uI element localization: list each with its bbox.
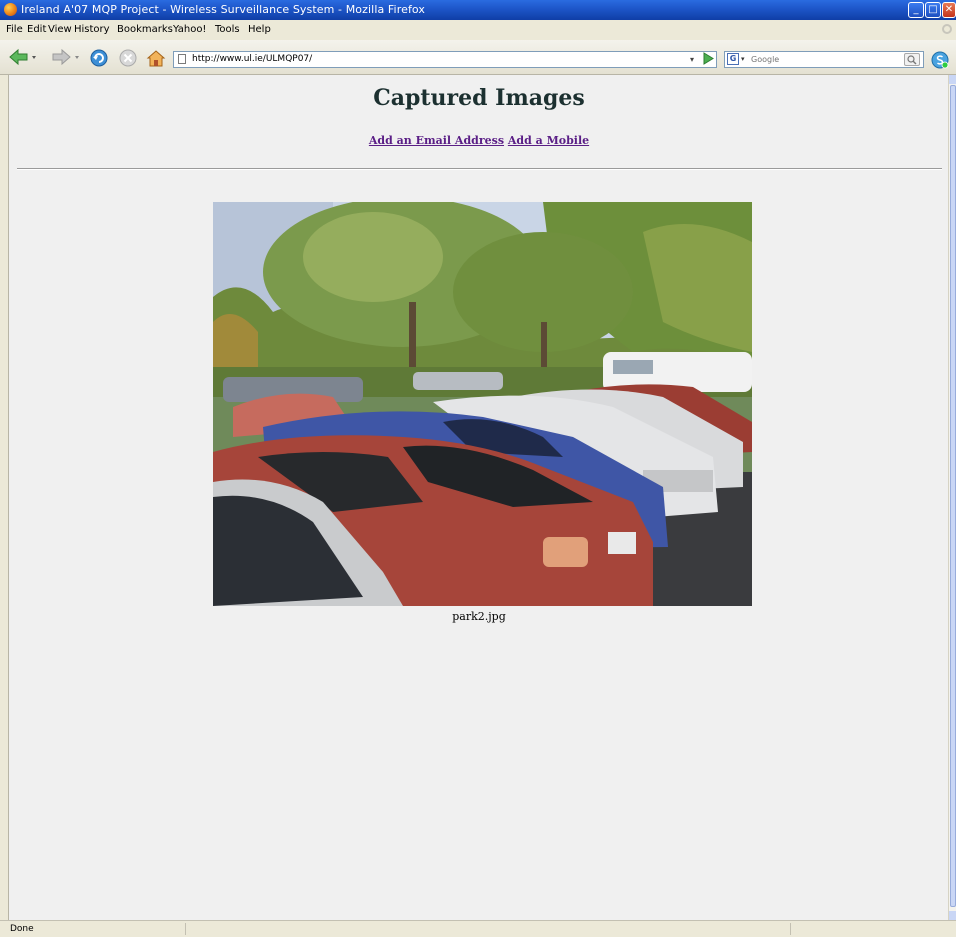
search-engine-icon[interactable]: G: [727, 53, 739, 65]
status-separator: [790, 923, 791, 935]
status-bar: Done: [0, 920, 956, 937]
search-icon[interactable]: [904, 53, 920, 66]
captured-image[interactable]: [213, 202, 752, 606]
reload-icon: [90, 49, 108, 67]
menu-bar: File Edit View History Bookmarks Yahoo! …: [0, 20, 956, 40]
forward-arrow-icon: [52, 48, 79, 66]
title-bar: Ireland A'07 MQP Project - Wireless Surv…: [0, 0, 956, 20]
add-email-link[interactable]: Add an Email Address: [369, 134, 504, 147]
menu-file[interactable]: File: [6, 20, 23, 40]
divider: [17, 168, 942, 170]
status-separator: [185, 923, 186, 935]
image-caption: park2.jpg: [452, 610, 506, 623]
navigation-toolbar: http://www.ul.ie/ULMQP07/ ▾ G ▾: [0, 40, 956, 75]
window-title: Ireland A'07 MQP Project - Wireless Surv…: [21, 3, 426, 16]
stop-button[interactable]: [118, 48, 138, 67]
parking-lot-photo: [213, 202, 752, 606]
menu-bookmarks[interactable]: Bookmarks: [117, 20, 173, 40]
menu-view[interactable]: View: [48, 20, 72, 40]
search-input[interactable]: [751, 53, 901, 66]
search-bar[interactable]: G ▾: [724, 51, 924, 68]
go-button[interactable]: [701, 51, 715, 66]
menu-tools[interactable]: Tools: [215, 20, 240, 40]
status-text: Done: [10, 924, 34, 934]
action-links: Add an Email Address Add a Mobile: [9, 134, 949, 147]
engine-dropdown-icon[interactable]: ▾: [741, 52, 745, 67]
menu-yahoo[interactable]: Yahoo!: [173, 20, 206, 40]
scroll-up-icon[interactable]: [949, 75, 956, 84]
menu-edit[interactable]: Edit: [27, 20, 46, 40]
page-content: Captured Images Add an Email Address Add…: [8, 75, 949, 920]
back-arrow-icon: [9, 48, 36, 66]
add-mobile-link[interactable]: Add a Mobile: [508, 134, 589, 147]
page-icon: [178, 54, 186, 64]
page-title: Captured Images: [373, 85, 585, 111]
scrollbar-thumb[interactable]: [950, 85, 956, 907]
maximize-button[interactable]: □: [925, 2, 941, 18]
history-dropdown-icon[interactable]: ▾: [690, 52, 694, 67]
menu-help[interactable]: Help: [248, 20, 271, 40]
firefox-icon: [4, 3, 17, 16]
scroll-down-icon[interactable]: [949, 911, 956, 920]
forward-button[interactable]: [50, 48, 82, 66]
address-bar[interactable]: http://www.ul.ie/ULMQP07/ ▾: [173, 51, 717, 68]
url-text: http://www.ul.ie/ULMQP07/: [192, 54, 313, 64]
close-button[interactable]: ✕: [942, 2, 956, 18]
skype-icon[interactable]: [931, 51, 949, 69]
minimize-button[interactable]: _: [908, 2, 924, 18]
throbber-icon: [942, 24, 952, 34]
back-button[interactable]: [8, 48, 40, 66]
home-button[interactable]: [146, 48, 166, 67]
go-arrow-icon: [703, 52, 714, 65]
vertical-scrollbar[interactable]: [948, 75, 956, 920]
stop-icon: [119, 49, 137, 67]
menu-history[interactable]: History: [74, 20, 110, 40]
reload-button[interactable]: [89, 48, 109, 67]
home-icon: [146, 50, 166, 67]
